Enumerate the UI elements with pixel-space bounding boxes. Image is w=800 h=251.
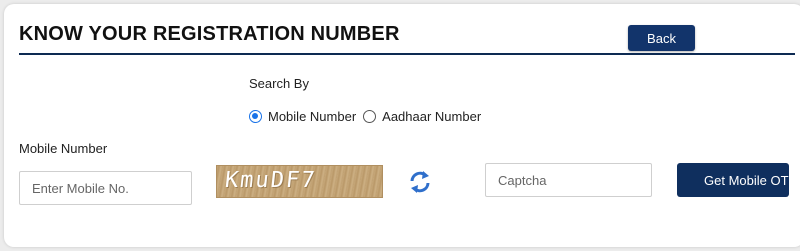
radio-option-aadhaar[interactable]: Aadhaar Number [363, 109, 481, 124]
captcha-text: KmuDF7 [223, 168, 318, 193]
refresh-captcha-icon[interactable] [409, 169, 431, 195]
search-by-label: Search By [249, 76, 309, 91]
title-divider [19, 53, 795, 55]
page-title: KNOW YOUR REGISTRATION NUMBER [19, 23, 400, 45]
registration-card: KNOW YOUR REGISTRATION NUMBER Back Searc… [4, 4, 800, 247]
back-button[interactable]: Back [628, 25, 695, 51]
get-mobile-otp-button[interactable]: Get Mobile OTP [677, 163, 789, 197]
mobile-number-input[interactable] [19, 171, 192, 205]
radio-aadhaar-label: Aadhaar Number [382, 109, 482, 124]
radio-mobile[interactable] [249, 110, 262, 123]
search-type-radio-group: Mobile Number Aadhaar Number [249, 109, 488, 124]
captcha-input[interactable] [485, 163, 652, 197]
radio-aadhaar[interactable] [363, 110, 377, 123]
radio-mobile-label: Mobile Number [268, 109, 357, 124]
captcha-image: KmuDF7 [216, 165, 383, 198]
radio-option-mobile[interactable]: Mobile Number [249, 109, 356, 124]
mobile-number-label: Mobile Number [19, 141, 108, 156]
